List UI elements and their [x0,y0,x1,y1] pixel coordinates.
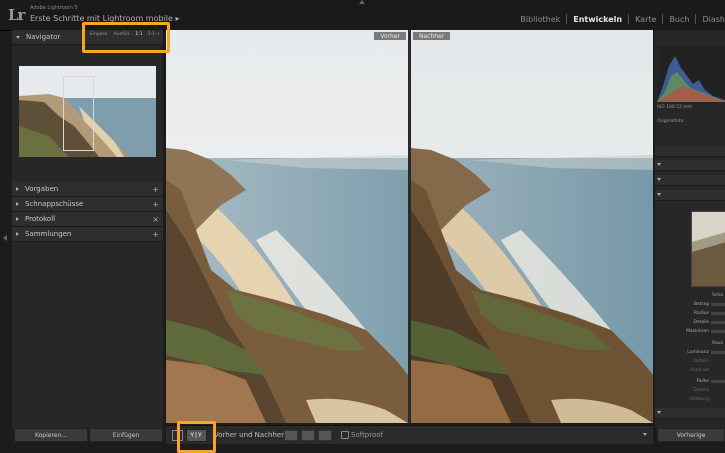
clear-history-icon[interactable]: × [152,215,159,224]
detail-slider[interactable] [711,321,725,324]
right-panel: ISO 100 52 mm Originalfoto Scha Betrag R… [655,30,725,428]
color-detail-label: Details [693,388,709,393]
sharpening-label: Scha [712,293,723,298]
section-label: Schnappschüsse [25,200,84,208]
lightroom-logo: Lr [8,6,25,24]
luminance-contrast-label: Kontrast [690,368,709,373]
compare-view[interactable]: Vorher Nachher [166,30,653,423]
section-sammlungen[interactable]: Sammlungen + [12,227,163,242]
luminance-slider[interactable] [711,351,725,354]
highlight-before-after-button [177,421,216,453]
compare-toolbar: Y|Y Vorher und Nachher: Softproof [166,425,653,444]
before-after-label: Vorher und Nachher: [214,431,287,439]
add-preset-icon[interactable]: + [152,185,159,194]
radius-label: Radius [693,311,709,316]
before-label: Vorher [374,32,406,40]
copy-before-to-after-icon[interactable] [284,430,298,441]
panel-section-header[interactable] [655,408,725,419]
section-label: Protokoll [25,215,56,223]
detail-preview-image [692,212,725,286]
add-snapshot-icon[interactable]: + [152,200,159,209]
copy-after-to-before-icon[interactable] [301,430,315,441]
module-entwickeln[interactable]: Entwickeln [567,15,628,24]
before-photo-image [166,30,408,423]
module-picker: Bibliothek Entwickeln Karte Buch Diash [514,14,725,24]
highlight-zoom-options [82,22,170,53]
expand-triangle-icon [657,411,661,414]
section-label: Vorgaben [25,185,59,193]
toolbar-options-chevron-icon[interactable] [643,433,647,436]
module-buch[interactable]: Buch [663,15,695,24]
luminance-detail-label: Details [693,359,709,364]
previous-settings-button[interactable]: Vorherige [657,428,725,442]
section-schnappschuesse[interactable]: Schnappschüsse + [12,197,163,212]
luminance-label: Luminanz [687,350,709,355]
collapsed-triangle-icon [16,232,19,236]
masking-label: Maskieren [686,329,709,334]
color-slider[interactable] [711,380,725,383]
section-protokoll[interactable]: Protokoll × [12,212,163,227]
original-photo-label: Originalfoto [657,119,684,124]
masking-slider[interactable] [711,330,725,333]
module-diashow[interactable]: Diash [696,15,725,24]
histogram-graph [657,56,725,102]
swap-before-after-icon[interactable] [318,430,332,441]
radius-slider[interactable] [711,312,725,315]
smoothness-label: Glättung [689,397,709,402]
panel-section-header[interactable] [655,160,725,171]
softproof-checkbox[interactable] [341,431,349,439]
tool-strip[interactable] [655,146,725,157]
app-name: Adobe Lightroom 5 [30,5,78,11]
expand-triangle-icon [657,193,661,196]
after-photo-image [411,30,653,423]
navigator-title: Navigator [26,33,61,41]
navigator-preview[interactable] [19,66,156,157]
collapsed-triangle-icon [16,202,19,206]
add-collection-icon[interactable]: + [152,230,159,239]
copy-settings-button[interactable]: Kopieren... [14,428,88,442]
left-panel: Navigator Einpass. Ausfüll. 1:1 3:1 ÷ Vo… [12,30,163,428]
collapse-left-icon[interactable] [3,235,7,241]
navigator-viewport-box[interactable] [63,76,94,151]
module-karte[interactable]: Karte [629,15,662,24]
module-bibliothek[interactable]: Bibliothek [514,15,566,24]
after-label: Nachher [413,32,451,40]
detail-preview[interactable] [691,211,725,287]
panel-section-header[interactable] [655,175,725,186]
expand-triangle-icon [657,178,661,181]
collapse-top-icon[interactable] [359,0,365,4]
before-photo[interactable]: Vorher [166,30,408,423]
color-label: Farbe [696,379,709,384]
section-label: Sammlungen [25,230,72,238]
noise-reduction-label: Raus [712,341,723,346]
histogram-info: ISO 100 52 mm [657,105,693,110]
expand-triangle-icon [657,163,661,166]
detail-label: Details [693,320,709,325]
paste-settings-button[interactable]: Einfügen [89,428,163,442]
collapsed-triangle-icon [16,217,19,221]
panel-section-header[interactable] [655,190,725,201]
expand-triangle-icon [16,35,20,39]
amount-label: Betrag [693,302,709,307]
section-vorgaben[interactable]: Vorgaben + [12,182,163,197]
histogram[interactable] [657,46,725,102]
amount-slider[interactable] [711,303,725,306]
collapsed-triangle-icon [16,187,19,191]
after-photo[interactable]: Nachher [411,30,653,423]
softproof-label: Softproof [351,431,384,439]
